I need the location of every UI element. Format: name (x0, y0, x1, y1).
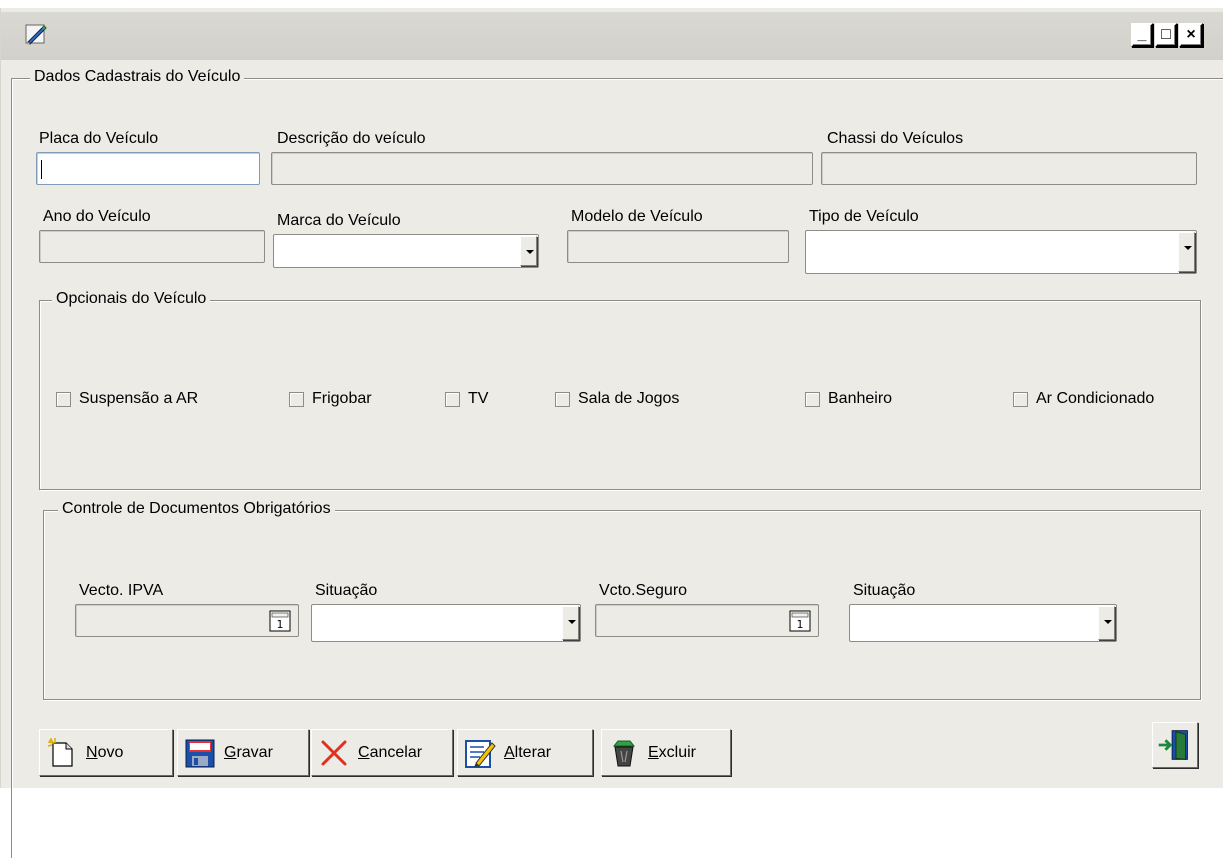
svg-text:1: 1 (277, 618, 284, 631)
checkbox-label: Sala de Jogos (578, 390, 680, 407)
checkbox-box[interactable] (445, 391, 460, 407)
new-document-icon (47, 737, 73, 767)
placa-input[interactable] (36, 152, 260, 185)
situacao-seguro-dropdown-button[interactable] (1098, 606, 1115, 640)
alterar-label: Alterar (504, 743, 552, 761)
marca-select[interactable] (273, 234, 539, 268)
ipva-date-input[interactable]: 1 (75, 604, 299, 637)
checkbox-box[interactable] (289, 391, 304, 407)
opcionais-legend: Opcionais do Veículo (52, 290, 211, 308)
tipo-label: Tipo de Veículo (809, 208, 919, 225)
checkbox-box[interactable] (555, 391, 570, 407)
text-cursor (41, 160, 42, 179)
situacao-ipva-label: Situação (315, 582, 378, 599)
cancelar-button[interactable]: Cancelar (311, 729, 453, 776)
ano-input[interactable] (39, 230, 265, 263)
chassi-input[interactable] (821, 152, 1197, 185)
situacao-ipva-select[interactable] (311, 604, 581, 642)
checkbox-label: Frigobar (312, 390, 372, 407)
situacao-ipva-dropdown-button[interactable] (562, 606, 579, 640)
checkbox-box[interactable] (56, 391, 71, 407)
descricao-input[interactable] (271, 152, 813, 185)
alterar-button[interactable]: Alterar (457, 729, 593, 776)
excluir-button[interactable]: Excluir (601, 729, 731, 776)
tv-checkbox[interactable]: TV (445, 390, 488, 408)
checkbox-label: TV (468, 390, 489, 407)
maximize-button[interactable]: □ (1155, 23, 1177, 47)
placa-label: Placa do Veículo (39, 130, 159, 147)
minimize-button[interactable]: _ (1131, 23, 1153, 47)
gravar-button[interactable]: Gravar (177, 729, 309, 776)
situacao-seguro-label: Situação (853, 582, 916, 599)
cancelar-label: Cancelar (358, 743, 423, 761)
recycle-bin-icon (612, 740, 636, 766)
documentos-legend: Controle de Documentos Obrigatórios (58, 500, 335, 518)
title-bar: _ □ × (1, 12, 1223, 60)
exit-door-icon (1158, 730, 1188, 760)
pencil-edit-icon (25, 24, 47, 45)
calendar-icon[interactable]: 1 (789, 610, 811, 632)
checkbox-box[interactable] (1013, 391, 1028, 407)
calendar-icon[interactable]: 1 (269, 610, 291, 632)
descricao-label: Descrição do veículo (277, 130, 426, 147)
seguro-date-input[interactable]: 1 (595, 604, 819, 637)
novo-label: Novo (86, 743, 124, 761)
ano-label: Ano do Veículo (43, 208, 151, 225)
ar-condicionado-checkbox[interactable]: Ar Condicionado (1013, 390, 1154, 408)
marca-label: Marca do Veículo (277, 212, 401, 229)
tipo-select[interactable] (805, 230, 1197, 274)
marca-dropdown-button[interactable] (520, 236, 537, 266)
suspensao-checkbox[interactable]: Suspensão a AR (56, 390, 198, 408)
exit-button[interactable] (1152, 722, 1198, 768)
novo-button[interactable]: Novo (39, 729, 173, 776)
checkbox-label: Suspensão a AR (79, 390, 199, 407)
chassi-label: Chassi do Veículos (827, 130, 964, 147)
banheiro-checkbox[interactable]: Banheiro (805, 390, 892, 408)
tipo-dropdown-button[interactable] (1178, 232, 1195, 272)
gravar-label: Gravar (224, 743, 273, 761)
modelo-input[interactable] (567, 230, 789, 263)
vehicle-form-window: _ □ × Dados Cadastrais do Veículo Placa … (0, 8, 1223, 858)
close-button[interactable]: × (1179, 23, 1203, 47)
excluir-label: Excluir (648, 743, 697, 761)
floppy-disk-icon (185, 739, 215, 767)
cancel-x-icon (321, 740, 347, 765)
edit-pencil-icon (465, 739, 496, 768)
sala-jogos-checkbox[interactable]: Sala de Jogos (555, 390, 679, 408)
modelo-label: Modelo de Veículo (571, 208, 703, 225)
dados-cadastrais-legend: Dados Cadastrais do Veículo (30, 68, 245, 86)
seguro-label: Vcto.Seguro (599, 582, 688, 599)
situacao-seguro-select[interactable] (849, 604, 1117, 642)
checkbox-box[interactable] (805, 391, 820, 407)
checkbox-label: Ar Condicionado (1036, 390, 1155, 407)
svg-text:1: 1 (797, 618, 804, 631)
ipva-label: Vecto. IPVA (79, 582, 164, 599)
frigobar-checkbox[interactable]: Frigobar (289, 390, 372, 408)
checkbox-label: Banheiro (828, 390, 893, 407)
